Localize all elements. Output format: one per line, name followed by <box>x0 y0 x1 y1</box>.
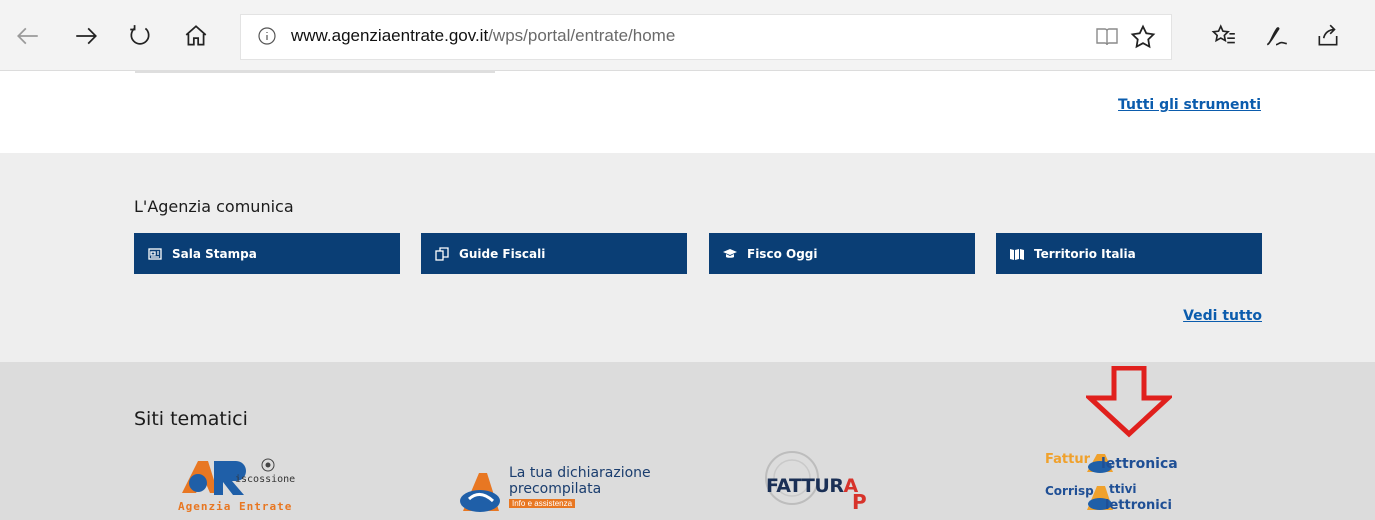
home-icon[interactable] <box>180 20 212 52</box>
url-domain: www.agenziaentrate.gov.it <box>291 26 489 45</box>
fattura-elettronica-logo[interactable]: Fattur lettronica Corrisp ttivi lettroni… <box>1045 448 1205 518</box>
address-bar[interactable]: www.agenziaentrate.gov.it/wps/portal/ent… <box>240 14 1172 60</box>
sala-stampa-label: Sala Stampa <box>172 246 257 261</box>
corrispettivi-text-e: lettronici <box>1105 498 1172 513</box>
copy-docs-icon <box>435 246 449 261</box>
fatturapa-logo[interactable]: FATTURA P <box>758 448 898 518</box>
riscossione-logo[interactable]: iscossione Agenzia Entrate <box>178 455 328 515</box>
refresh-icon[interactable] <box>124 20 156 52</box>
fisco-oggi-button[interactable]: Fisco Oggi <box>709 233 975 274</box>
forward-arrow-icon[interactable] <box>70 20 102 52</box>
url-text[interactable]: www.agenziaentrate.gov.it/wps/portal/ent… <box>291 26 675 46</box>
agency-news-heading: L'Agenzia comunica <box>134 197 294 216</box>
guide-fiscali-button[interactable]: Guide Fiscali <box>421 233 687 274</box>
guide-fiscali-label: Guide Fiscali <box>459 246 546 261</box>
fattura-el-text-b: lettronica <box>1101 456 1178 472</box>
territorio-italia-label: Territorio Italia <box>1034 246 1136 261</box>
graduation-cap-icon <box>723 247 737 261</box>
fatturapa-text-p: P <box>852 490 867 514</box>
precompilata-line2: precompilata <box>509 481 602 497</box>
fatturapa-text-main: FATTUR <box>766 475 844 497</box>
url-path: /wps/portal/entrate/home <box>488 26 676 45</box>
reading-view-icon[interactable] <box>1095 25 1119 49</box>
previous-section-edge <box>135 70 495 73</box>
favorite-star-icon[interactable] <box>1129 23 1157 51</box>
fattura-el-text-a: Fattur <box>1045 452 1090 467</box>
newspaper-icon <box>148 247 162 261</box>
sala-stampa-button[interactable]: Sala Stampa <box>134 233 400 274</box>
back-arrow-icon[interactable] <box>12 20 44 52</box>
map-icon <box>1010 247 1024 261</box>
browser-toolbar: www.agenziaentrate.gov.it/wps/portal/ent… <box>0 0 1375 71</box>
precompilata-line3: Info e assistenza <box>509 499 576 508</box>
fisco-oggi-label: Fisco Oggi <box>747 246 818 261</box>
pen-icon[interactable] <box>1260 20 1292 52</box>
see-all-link[interactable]: Vedi tutto <box>1183 308 1262 324</box>
thematic-sites-heading: Siti tematici <box>134 408 248 430</box>
precompilata-emblem <box>460 473 500 512</box>
all-tools-link[interactable]: Tutti gli strumenti <box>1118 97 1261 113</box>
riscossione-text: iscossione <box>235 474 296 485</box>
favorites-list-icon[interactable] <box>1208 20 1240 52</box>
precompilata-logo[interactable]: La tua dichiarazione precompilata Info e… <box>455 463 675 518</box>
precompilata-line1: La tua dichiarazione <box>509 465 651 481</box>
corrispettivi-text-d: ttivi <box>1109 482 1137 496</box>
corrispettivi-text-c: Corrisp <box>1045 484 1094 498</box>
red-down-arrow-icon <box>1086 366 1172 438</box>
share-icon[interactable] <box>1312 20 1344 52</box>
territorio-italia-button[interactable]: Territorio Italia <box>996 233 1262 274</box>
info-icon[interactable] <box>257 26 277 46</box>
fatturapa-text: FATTURA <box>766 475 858 497</box>
agenzia-entrate-text: Agenzia Entrate <box>178 500 293 513</box>
